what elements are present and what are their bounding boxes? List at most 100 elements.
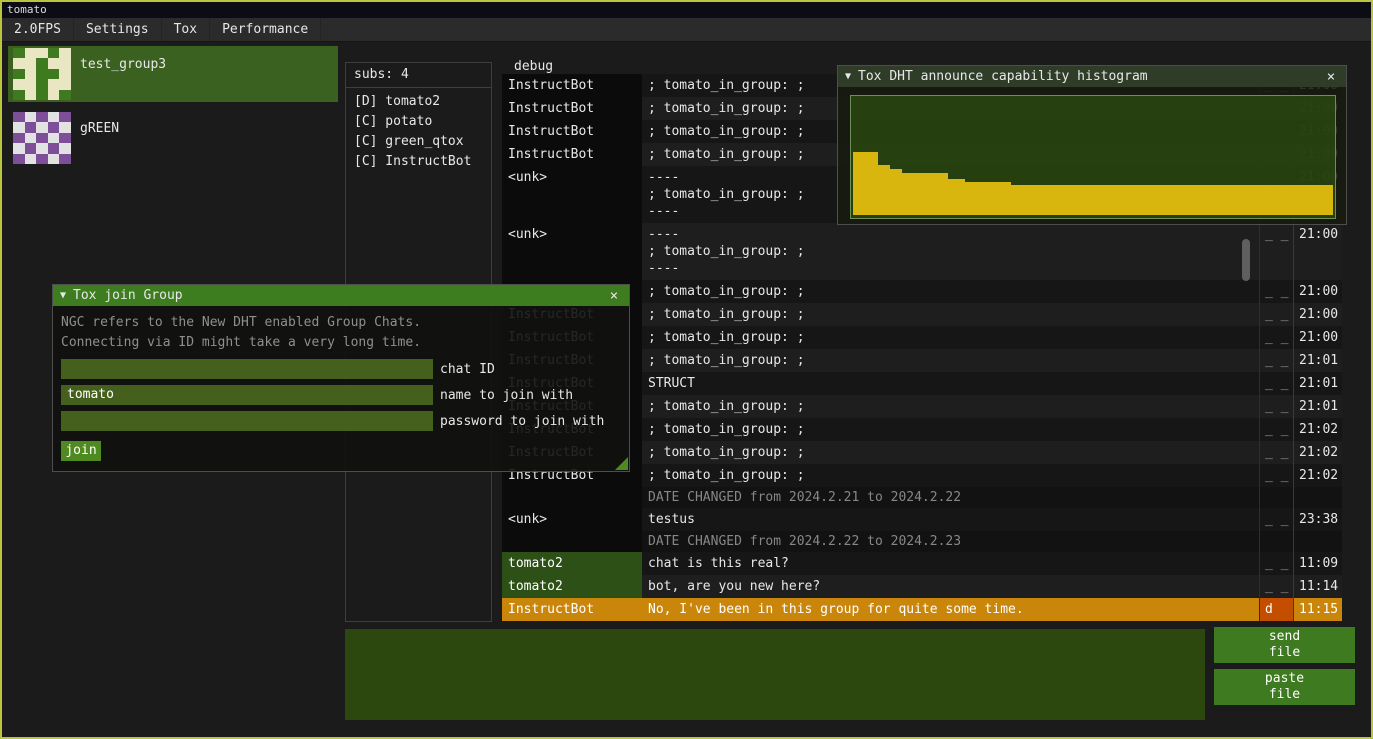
avatar-pixel bbox=[59, 143, 71, 153]
avatar-pixel bbox=[59, 133, 71, 143]
collapse-arrow-icon[interactable]: ▼ bbox=[845, 71, 851, 82]
message-text: STRUCT bbox=[642, 372, 1259, 395]
message-text: bot, are you new here? bbox=[642, 575, 1259, 598]
message-status: _ _ bbox=[1259, 223, 1293, 280]
send-file-button[interactable]: send file bbox=[1214, 627, 1355, 663]
avatar-pixel bbox=[48, 69, 60, 79]
subs-item-d-tomato2[interactable]: [D] tomato2 bbox=[346, 92, 491, 112]
avatar-pixel bbox=[48, 133, 60, 143]
collapse-arrow-icon[interactable]: ▼ bbox=[60, 290, 66, 301]
message-row[interactable]: tomato2bot, are you new here?_ _11:14 bbox=[502, 575, 1342, 598]
avatar-pixel bbox=[13, 122, 25, 132]
message-author: <unk> bbox=[502, 508, 642, 531]
group-avatar bbox=[13, 48, 71, 100]
message-row[interactable]: <unk>---- ; tomato_in_group: ; ----_ _21… bbox=[502, 223, 1342, 280]
avatar-pixel bbox=[25, 79, 37, 89]
menu-item-tox[interactable]: Tox bbox=[162, 18, 210, 41]
avatar-pixel bbox=[59, 79, 71, 89]
close-icon[interactable]: × bbox=[606, 288, 622, 304]
group-item-test-group3[interactable]: test_group3 bbox=[8, 46, 338, 102]
avatar-pixel bbox=[59, 58, 71, 68]
message-text: ; tomato_in_group: ; bbox=[642, 326, 1259, 349]
avatar-pixel bbox=[48, 143, 60, 153]
avatar-pixel bbox=[25, 112, 37, 122]
avatar-pixel bbox=[36, 48, 48, 58]
menu-item-settings[interactable]: Settings bbox=[74, 18, 162, 41]
message-time: 21:00 bbox=[1293, 223, 1342, 280]
join-button[interactable]: join bbox=[61, 441, 101, 461]
subs-item-c-green-qtox[interactable]: [C] green_qtox bbox=[346, 132, 491, 152]
message-author: <unk> bbox=[502, 166, 642, 223]
message-row[interactable]: tomato2chat is this real?_ _11:09 bbox=[502, 552, 1342, 575]
join-group-window: ▼ Tox join Group × NGC refers to the New… bbox=[52, 284, 630, 472]
avatar-pixel bbox=[59, 154, 71, 164]
subs-item-c-instructbot[interactable]: [C] InstructBot bbox=[346, 152, 491, 172]
message-status: d bbox=[1259, 598, 1293, 621]
avatar-pixel bbox=[25, 154, 37, 164]
avatar-pixel bbox=[13, 133, 25, 143]
avatar-pixel bbox=[13, 154, 25, 164]
avatar-pixel bbox=[59, 90, 71, 100]
message-text: ; tomato_in_group: ; bbox=[642, 395, 1259, 418]
avatar-pixel bbox=[13, 90, 25, 100]
message-author: tomato2 bbox=[502, 552, 642, 575]
join-password-label: password to join with bbox=[440, 414, 604, 429]
avatar-pixel bbox=[48, 48, 60, 58]
histogram-bar bbox=[948, 179, 965, 215]
message-time bbox=[1293, 487, 1342, 508]
avatar-pixel bbox=[48, 58, 60, 68]
message-status: _ _ bbox=[1259, 552, 1293, 575]
message-text: ; tomato_in_group: ; bbox=[642, 349, 1259, 372]
avatar-pixel bbox=[36, 154, 48, 164]
message-text: ; tomato_in_group: ; bbox=[642, 418, 1259, 441]
message-time: 21:02 bbox=[1293, 464, 1342, 487]
avatar-pixel bbox=[59, 69, 71, 79]
subs-item-c-potato[interactable]: [C] potato bbox=[346, 112, 491, 132]
message-status: _ _ bbox=[1259, 349, 1293, 372]
message-text: No, I've been in this group for quite so… bbox=[642, 598, 1259, 621]
message-status: _ _ bbox=[1259, 464, 1293, 487]
chat-tab-debug[interactable]: debug bbox=[514, 59, 553, 74]
message-author: tomato2 bbox=[502, 575, 642, 598]
avatar-pixel bbox=[25, 143, 37, 153]
avatar-pixel bbox=[36, 58, 48, 68]
message-time: 11:09 bbox=[1293, 552, 1342, 575]
message-time: 21:01 bbox=[1293, 349, 1342, 372]
avatar-pixel bbox=[13, 79, 25, 89]
menu-item-2-0fps[interactable]: 2.0FPS bbox=[2, 18, 74, 41]
message-status: _ _ bbox=[1259, 326, 1293, 349]
chat-id-input[interactable] bbox=[61, 359, 433, 379]
message-status bbox=[1259, 487, 1293, 508]
message-author: InstructBot bbox=[502, 143, 642, 166]
menu-item-performance[interactable]: Performance bbox=[210, 18, 321, 41]
message-time: 21:00 bbox=[1293, 326, 1342, 349]
group-item-green[interactable]: gREEN bbox=[8, 110, 338, 166]
message-input[interactable] bbox=[345, 629, 1205, 720]
message-time: 11:14 bbox=[1293, 575, 1342, 598]
message-time: 21:00 bbox=[1293, 303, 1342, 326]
message-row[interactable]: InstructBotNo, I've been in this group f… bbox=[502, 598, 1342, 621]
avatar-pixel bbox=[36, 112, 48, 122]
histogram-bar bbox=[890, 169, 902, 215]
avatar-pixel bbox=[13, 69, 25, 79]
app-window: tomato 2.0FPSSettingsToxPerformance test… bbox=[0, 0, 1373, 739]
message-row[interactable]: <unk>testus_ _23:38 bbox=[502, 508, 1342, 531]
paste-file-button[interactable]: paste file bbox=[1214, 669, 1355, 705]
message-time: 21:02 bbox=[1293, 418, 1342, 441]
close-icon[interactable]: × bbox=[1323, 69, 1339, 85]
message-author: InstructBot bbox=[502, 598, 642, 621]
histogram-window-titlebar[interactable]: ▼ Tox DHT announce capability histogram … bbox=[838, 66, 1346, 87]
join-name-input[interactable]: tomato bbox=[61, 385, 433, 405]
group-label: test_group3 bbox=[80, 57, 166, 72]
group-avatar bbox=[13, 112, 71, 164]
date-changed-text: DATE CHANGED from 2024.2.21 to 2024.2.22 bbox=[642, 487, 1259, 508]
subs-count: subs: 4 bbox=[346, 63, 491, 87]
join-window-titlebar[interactable]: ▼ Tox join Group × bbox=[53, 285, 629, 306]
join-password-input[interactable] bbox=[61, 411, 433, 431]
histogram-window: ▼ Tox DHT announce capability histogram … bbox=[837, 65, 1347, 225]
scrollbar-thumb[interactable] bbox=[1242, 239, 1250, 281]
message-text: chat is this real? bbox=[642, 552, 1259, 575]
message-time: 21:01 bbox=[1293, 372, 1342, 395]
resize-grip[interactable] bbox=[615, 457, 628, 470]
group-list: test_group3 gREEN bbox=[8, 46, 338, 174]
